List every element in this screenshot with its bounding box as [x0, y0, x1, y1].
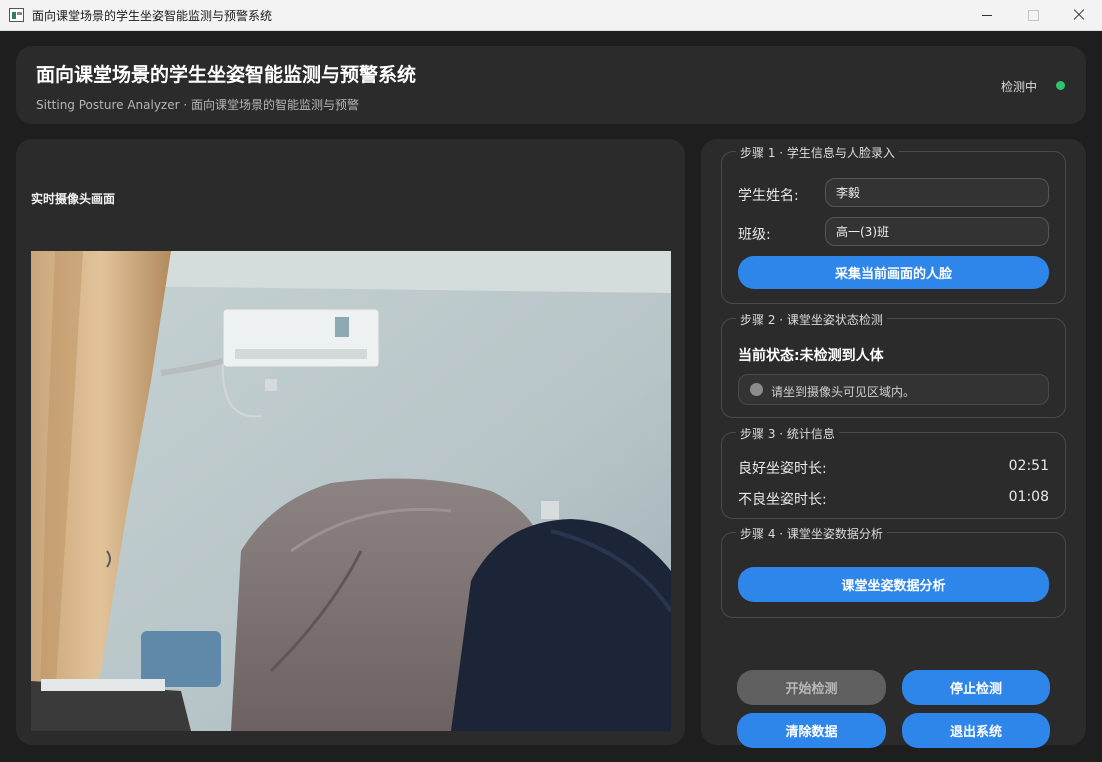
stop-detection-button[interactable]: 停止检测 [902, 670, 1050, 705]
student-name-input[interactable] [825, 178, 1049, 207]
bad-posture-duration: 01:08 [1008, 489, 1049, 505]
minimize-icon[interactable] [964, 0, 1010, 30]
step2-group: 步骤 2 · 课堂坐姿状态检测 当前状态:未检测到人体 请坐到摄像头可见区域内。 [721, 311, 1066, 418]
maximize-icon[interactable] [1010, 0, 1056, 30]
step1-title: 步骤 1 · 学生信息与人脸录入 [736, 144, 899, 161]
app-icon [9, 8, 24, 22]
control-panel: 步骤 1 · 学生信息与人脸录入 学生姓名: 班级: 采集当前画面的人脸 步骤 … [701, 139, 1086, 748]
hint-text: 请坐到摄像头可见区域内。 [771, 385, 916, 399]
camera-panel: 实时摄像头画面 [16, 139, 685, 745]
analyze-data-button[interactable]: 课堂坐姿数据分析 [738, 567, 1049, 602]
good-posture-label: 良好坐姿时长: [738, 461, 827, 477]
window-titlebar: 面向课堂场景的学生坐姿智能监测与预警系统 [0, 0, 1102, 31]
step2-title: 步骤 2 · 课堂坐姿状态检测 [736, 311, 887, 328]
step3-title: 步骤 3 · 统计信息 [736, 425, 839, 442]
detection-status-text: 检测中 [1001, 80, 1038, 94]
clear-data-button[interactable]: 清除数据 [737, 713, 886, 748]
hint-box: 请坐到摄像头可见区域内。 [738, 374, 1049, 405]
camera-frame-image [31, 251, 671, 731]
camera-label: 实时摄像头画面 [31, 192, 116, 206]
bad-posture-label: 不良坐姿时长: [738, 492, 827, 508]
app-subtitle: Sitting Posture Analyzer · 面向课堂场景的智能监测与预… [36, 98, 359, 112]
step4-group: 步骤 4 · 课堂坐姿数据分析 课堂坐姿数据分析 [721, 525, 1066, 618]
status-indicator-icon [1056, 81, 1065, 90]
current-state-text: 当前状态:未检测到人体 [738, 348, 884, 364]
start-detection-button[interactable]: 开始检测 [737, 670, 886, 705]
capture-face-button[interactable]: 采集当前画面的人脸 [738, 256, 1049, 289]
window-title: 面向课堂场景的学生坐姿智能监测与预警系统 [32, 9, 273, 23]
class-label: 班级: [738, 227, 771, 243]
header-card: 面向课堂场景的学生坐姿智能监测与预警系统 Sitting Posture Ana… [16, 46, 1086, 124]
step4-title: 步骤 4 · 课堂坐姿数据分析 [736, 525, 887, 542]
student-name-label: 学生姓名: [738, 188, 799, 204]
camera-feed [31, 251, 671, 731]
step1-group: 步骤 1 · 学生信息与人脸录入 学生姓名: 班级: 采集当前画面的人脸 [721, 144, 1066, 304]
step3-group: 步骤 3 · 统计信息 良好坐姿时长: 02:51 不良坐姿时长: 01:08 [721, 425, 1066, 519]
state-indicator-icon [750, 383, 763, 396]
exit-system-button[interactable]: 退出系统 [902, 713, 1050, 748]
good-posture-duration: 02:51 [1008, 458, 1049, 474]
app-window: 面向课堂场景的学生坐姿智能监测与预警系统 Sitting Posture Ana… [0, 31, 1102, 762]
class-input[interactable] [825, 217, 1049, 246]
close-icon[interactable] [1056, 0, 1102, 30]
app-title: 面向课堂场景的学生坐姿智能监测与预警系统 [36, 64, 417, 86]
